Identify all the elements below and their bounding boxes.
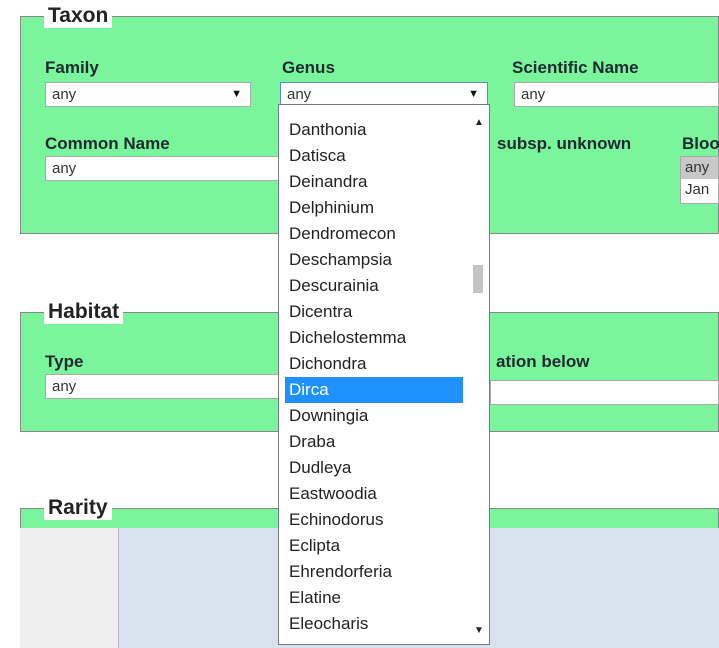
genus-option[interactable]: Dirca — [285, 377, 463, 403]
rarity-side-panel — [20, 528, 119, 648]
scroll-down-icon[interactable]: ▼ — [474, 625, 484, 636]
scientific-name-label: Scientific Name — [512, 58, 639, 77]
rarity-legend: Rarity — [44, 496, 112, 520]
genus-option[interactable]: Deinandra — [285, 169, 463, 195]
genus-option[interactable]: Dudleya — [285, 455, 463, 481]
genus-option[interactable]: Dendromecon — [285, 221, 463, 247]
common-name-input[interactable]: any — [45, 156, 281, 181]
family-select-value: any — [52, 86, 77, 103]
taxon-legend: Taxon — [44, 4, 113, 28]
bloom-option[interactable]: any — [681, 157, 718, 179]
family-label: Family — [45, 58, 99, 77]
habitat-type-input[interactable]: any — [45, 374, 281, 399]
genus-option[interactable]: Datisca — [285, 143, 463, 169]
genus-select-value: any — [287, 86, 312, 103]
bloom-month-list[interactable]: any Jan — [680, 156, 719, 204]
genus-option[interactable]: Dichondra — [285, 351, 463, 377]
genus-option[interactable]: Elatine — [285, 585, 463, 611]
genus-option[interactable]: Echinodorus — [285, 507, 463, 533]
genus-option[interactable]: Eclipta — [285, 533, 463, 559]
genus-option[interactable]: Danthonia — [285, 117, 463, 143]
scientific-name-input[interactable]: any — [514, 82, 719, 107]
bloom-label: Bloo — [682, 134, 719, 153]
genus-option[interactable]: Eastwoodia — [285, 481, 463, 507]
scroll-up-icon[interactable]: ▲ — [474, 117, 484, 128]
genus-option[interactable]: Ehrendorferia — [285, 559, 463, 585]
subsp-unknown-label: subsp. unknown — [497, 134, 632, 153]
dropdown-scrollbar[interactable]: ▲ ▼ — [469, 105, 489, 644]
genus-option[interactable]: Dichelostemma — [285, 325, 463, 351]
genus-option[interactable]: Deschampsia — [285, 247, 463, 273]
habitat-location-label: ation below — [496, 352, 590, 371]
chevron-down-icon: ▼ — [231, 88, 242, 100]
habitat-location-input[interactable] — [490, 380, 719, 405]
habitat-legend: Habitat — [44, 300, 124, 324]
genus-option[interactable]: Draba — [285, 429, 463, 455]
genus-label: Genus — [282, 58, 335, 77]
family-select[interactable]: any ▼ — [45, 82, 251, 107]
genus-option[interactable]: Dicentra — [285, 299, 463, 325]
scroll-thumb[interactable] — [473, 265, 483, 293]
chevron-down-icon: ▼ — [468, 88, 479, 100]
bloom-option[interactable]: Jan — [681, 179, 718, 201]
genus-option[interactable]: Downingia — [285, 403, 463, 429]
genus-dropdown-list[interactable]: Danthonia Datisca Deinandra Delphinium Dendr… — [278, 104, 490, 645]
habitat-type-label: Type — [45, 352, 84, 371]
common-name-label: Common Name — [45, 134, 170, 153]
genus-option[interactable]: Delphinium — [285, 195, 463, 221]
genus-option[interactable]: Eleocharis — [285, 611, 463, 637]
genus-option[interactable]: Descurainia — [285, 273, 463, 299]
